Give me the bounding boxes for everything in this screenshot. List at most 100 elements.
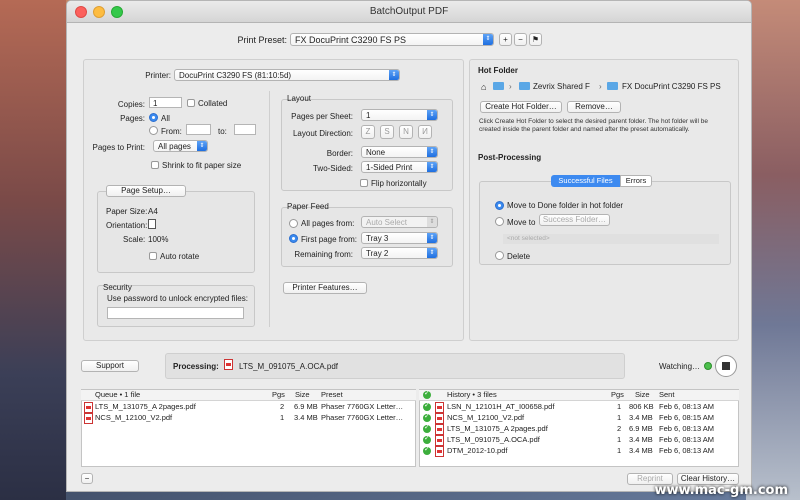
flip-checkbox[interactable] (360, 179, 368, 187)
table-row[interactable]: LTS_M_131075_A 2pages.pdf 2 6.9 MB Phase… (81, 402, 416, 413)
path-segment-2[interactable]: FX DocuPrint C3290 FS PS (622, 82, 721, 91)
history-file-name: NCS_M_12100_V2.pdf (447, 413, 525, 422)
delete-radio[interactable] (495, 251, 504, 260)
history-file-name: LTS_M_131075_A 2pages.pdf (447, 424, 548, 433)
path-separator-icon: › (599, 82, 602, 91)
table-row[interactable]: NCS_M_12100_V2.pdf 1 3.4 MB Feb 6, 08:15… (419, 412, 739, 424)
move-to-radio[interactable] (495, 217, 504, 226)
history-file-sent: Feb 6, 08:15 AM (659, 413, 715, 422)
orientation-label: Orientation: (106, 221, 148, 230)
first-page-from-radio[interactable] (289, 234, 298, 243)
direction-z-icon[interactable]: Z (361, 125, 375, 139)
pages-per-sheet-value: 1 (366, 111, 371, 120)
table-row[interactable]: LTS_M_091075_A.OCA.pdf 1 3.4 MB Feb 6, 0… (419, 434, 739, 446)
printer-select[interactable]: DocuPrint C3290 FS (81:10:5d) ⇕ (174, 69, 400, 81)
printer-features-button[interactable]: Printer Features… (283, 282, 367, 294)
tab-successful-files[interactable]: Successful Files (551, 175, 620, 187)
pdf-file-icon (84, 413, 93, 424)
stop-icon (722, 362, 730, 370)
direction-n-icon[interactable]: N (399, 125, 413, 139)
queue-header-preset[interactable]: Preset (321, 390, 343, 399)
chevron-updown-icon: ⇕ (427, 233, 437, 243)
copies-input[interactable]: 1 (149, 97, 182, 108)
create-hot-folder-button[interactable]: Create Hot Folder… (480, 101, 562, 113)
history-header-pgs[interactable]: Pgs (611, 390, 624, 399)
zoom-window-button[interactable] (111, 6, 123, 18)
all-pages-from-radio[interactable] (289, 219, 298, 228)
pdf-file-icon (435, 424, 444, 435)
history-file-size: 3.4 MB (629, 446, 653, 455)
queue-file-name: NCS_M_12100_V2.pdf (95, 413, 173, 422)
pages-per-sheet-label: Pages per Sheet: (291, 112, 353, 121)
status-check-icon (423, 412, 431, 422)
border-value: None (366, 148, 386, 157)
pages-label: Pages: (120, 114, 145, 123)
shrink-label: Shrink to fit paper size (162, 161, 242, 170)
pages-from-input[interactable] (186, 124, 211, 135)
queue-file-size: 3.4 MB (294, 413, 318, 422)
move-done-label: Move to Done folder in hot folder (507, 201, 624, 210)
auto-rotate-checkbox[interactable] (149, 252, 157, 260)
history-header-name[interactable]: History • 3 files (447, 390, 497, 399)
pages-from-radio[interactable] (149, 126, 158, 135)
queue-header-name[interactable]: Queue • 1 file (95, 390, 140, 399)
tag-icon[interactable]: ⚑ (529, 33, 542, 46)
minimize-window-button[interactable] (93, 6, 105, 18)
direction-s-icon[interactable]: S (380, 125, 394, 139)
panel-divider (269, 91, 270, 327)
preset-label: Print Preset: (237, 35, 287, 45)
password-input[interactable] (107, 307, 244, 319)
first-page-from-label: First page from: (301, 235, 358, 244)
pages-to-input[interactable] (234, 124, 256, 135)
history-header-sent[interactable]: Sent (659, 390, 674, 399)
queue-header-size[interactable]: Size (295, 390, 310, 399)
queue-file-pgs: 2 (280, 402, 285, 411)
all-pages-from-select[interactable]: Auto Select ⇕ (361, 216, 438, 228)
path-separator-icon: › (509, 82, 512, 91)
remove-queue-item-button[interactable]: − (81, 473, 93, 484)
chevron-updown-icon: ⇕ (427, 147, 437, 157)
path-segment-1[interactable]: Zevrix Shared F (533, 82, 590, 91)
two-sided-select[interactable]: 1-Sided Print ⇕ (361, 161, 438, 173)
history-header-size[interactable]: Size (635, 390, 650, 399)
chevron-updown-icon: ⇕ (427, 248, 437, 258)
collated-label: Collated (198, 99, 228, 108)
collated-checkbox[interactable] (187, 99, 195, 107)
page-setup-button[interactable]: Page Setup… (106, 185, 186, 197)
remaining-from-select[interactable]: Tray 2 ⇕ (361, 247, 438, 259)
queue-file-pgs: 1 (280, 413, 285, 422)
border-select[interactable]: None ⇕ (361, 146, 438, 158)
preset-select[interactable]: FX DocuPrint C3290 FS PS ⇕ (290, 33, 494, 46)
move-done-radio[interactable] (495, 201, 504, 210)
queue-file-preset: Phaser 7760GX Letter… (321, 402, 404, 411)
tab-errors[interactable]: Errors (620, 175, 652, 187)
add-preset-button[interactable]: + (499, 33, 512, 46)
remove-hot-folder-button[interactable]: Remove… (567, 101, 621, 113)
support-button[interactable]: Support (81, 360, 139, 372)
history-header: History • 3 files Pgs Size Sent (419, 389, 739, 401)
pages-all-label: All (161, 114, 170, 123)
processing-file: LTS_M_091075_A.OCA.pdf (239, 362, 339, 371)
pages-per-sheet-select[interactable]: 1 ⇕ (361, 109, 438, 121)
pages-all-radio[interactable] (149, 113, 158, 122)
close-window-button[interactable] (75, 6, 87, 18)
direction-n-reverse-icon[interactable]: И (418, 125, 432, 139)
stop-button[interactable] (715, 355, 737, 377)
table-row[interactable]: LSN_N_12101H_AT_I00658.pdf 1 806 KB Feb … (419, 401, 739, 413)
status-check-icon (423, 434, 431, 444)
queue-header-pgs[interactable]: Pgs (272, 390, 285, 399)
history-file-size: 3.4 MB (629, 413, 653, 422)
preset-value: FX DocuPrint C3290 FS PS (295, 35, 407, 45)
first-page-from-select[interactable]: Tray 3 ⇕ (361, 232, 438, 244)
remove-preset-button[interactable]: − (514, 33, 527, 46)
table-row[interactable]: DTM_2012-10.pdf 1 3.4 MB Feb 6, 08:13 AM (419, 445, 739, 457)
shrink-checkbox[interactable] (151, 161, 159, 169)
success-folder-button[interactable]: Success Folder… (539, 214, 610, 226)
border-label: Border: (326, 149, 353, 158)
table-row[interactable]: NCS_M_12100_V2.pdf 1 3.4 MB Phaser 7760G… (81, 413, 416, 424)
table-row[interactable]: LTS_M_131075_A 2pages.pdf 2 6.9 MB Feb 6… (419, 423, 739, 435)
pages-to-print-select[interactable]: All pages ⇕ (153, 140, 208, 152)
move-to-label: Move to (507, 218, 536, 227)
history-file-size: 806 KB (629, 402, 654, 411)
history-file-pgs: 1 (617, 435, 622, 444)
